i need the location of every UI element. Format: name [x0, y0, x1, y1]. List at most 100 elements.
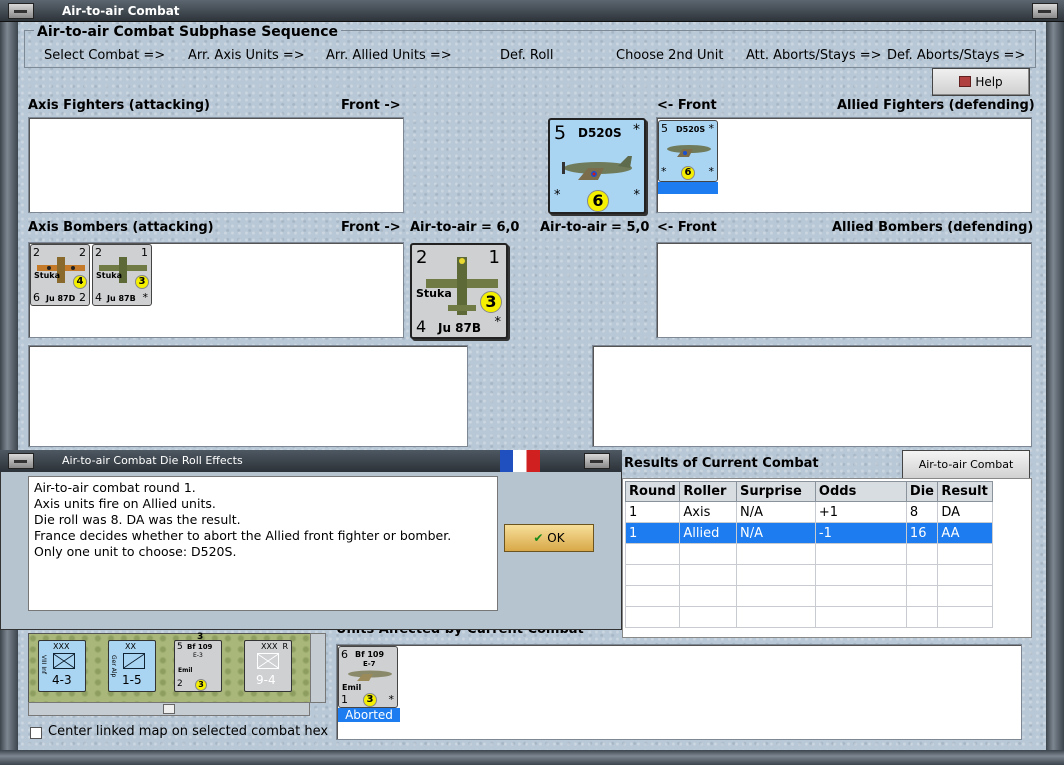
cell-surprise: N/A — [736, 501, 816, 523]
ju87d-counter[interactable]: 2 2 Stuka 4 6 Ju 87D 2 — [30, 244, 90, 306]
ok-button[interactable]: ✔ OK — [504, 524, 594, 552]
air-to-air-chart-button[interactable]: Air-to-air Combat Chart — [902, 450, 1030, 499]
table-row[interactable]: 1 Allied N/A -1 16 AA — [624, 522, 993, 544]
stuka-range: 3 — [480, 291, 502, 313]
results-table: Round Roller Surprise Odds Die Result 1 … — [624, 481, 993, 628]
ju87b-small-star: * — [142, 291, 149, 304]
ju87d-bottom-left: 6 — [33, 291, 40, 304]
ju87b-small-bottom-left: 4 — [95, 291, 102, 304]
map-bf109-range: 3 — [195, 679, 207, 691]
step-att-aborts: Att. Aborts/Stays => — [746, 48, 882, 63]
map-bf109-name: Bf 109 — [187, 643, 213, 651]
col-round[interactable]: Round — [624, 481, 681, 502]
d520s-star-right: * — [633, 188, 641, 203]
axis-fighters-panel[interactable] — [28, 117, 404, 213]
cell-die: 8 — [905, 501, 939, 523]
d520s-attack: 5 — [554, 122, 567, 144]
infantry-symbol-icon — [257, 653, 279, 669]
d520s-small-name: D520S — [676, 125, 706, 134]
step-arr-allied: Arr. Allied Units => — [326, 48, 452, 63]
map-vertical-scrollbar[interactable] — [310, 633, 326, 703]
minimize-button[interactable] — [8, 3, 34, 19]
step-select-combat: Select Combat => — [44, 48, 166, 63]
d520s-small-attack: 5 — [661, 122, 668, 135]
map-counter-xxx-size: XXX — [261, 642, 278, 651]
ju87b-small-counter[interactable]: 2 1 Stuka 3 4 Ju 87B * — [92, 244, 152, 306]
ju87b-small-label: Stuka — [96, 271, 122, 280]
step-arr-axis: Arr. Axis Units => — [188, 48, 305, 63]
results-table-container: Round Roller Surprise Odds Die Result 1 … — [622, 478, 1032, 638]
col-roller[interactable]: Roller — [679, 481, 738, 502]
stuka-label: Stuka — [416, 287, 452, 300]
map-counter-alp-value: 1-5 — [122, 673, 142, 687]
map-counter-bf109[interactable]: 5 Bf 109 E-3 Emil 2 3 — [174, 640, 222, 692]
stuka-bottom-left: 4 — [416, 317, 427, 336]
allied-fighters-front-label: <- Front — [657, 98, 717, 113]
bf109-name: Bf 109 — [355, 650, 385, 659]
map-counter-alp-size: XX — [125, 642, 136, 651]
map-counter-alp[interactable]: XX Ger Alp 1-5 — [108, 640, 156, 692]
allied-bombers-front-label: <- Front — [657, 220, 717, 235]
table-row[interactable]: 1 Axis N/A +1 8 DA — [624, 501, 993, 523]
d520s-allied-counter[interactable]: 5 D520S * * 6 * — [658, 120, 718, 182]
infantry-symbol-icon — [53, 653, 75, 669]
bf109-bottom-left: 1 — [341, 693, 348, 706]
axis-a2a-value: Air-to-air = 6,0 — [410, 220, 520, 235]
cell-surprise: N/A — [736, 522, 816, 544]
table-row-empty — [624, 585, 993, 607]
allied-bombers-panel[interactable] — [656, 242, 1032, 338]
d520s-small-star-left: * — [661, 165, 667, 178]
map-scroll-thumb[interactable] — [163, 704, 175, 714]
map-horizontal-scrollbar[interactable] — [28, 702, 310, 716]
ju87b-small-range: 3 — [135, 275, 149, 289]
map-counter-inf[interactable]: XXX VIII Inf 4-3 — [38, 640, 86, 692]
allied-a2a-value: Air-to-air = 5,0 — [540, 220, 650, 235]
affected-units-panel[interactable] — [336, 644, 1022, 740]
map-bf109-label: Emil — [178, 667, 193, 674]
center-map-checkbox[interactable] — [30, 727, 42, 739]
ju87d-range: 4 — [73, 275, 87, 289]
checkmark-icon: ✔ — [533, 531, 544, 545]
map-counter-xxx-value: 9-4 — [256, 673, 276, 687]
d520s-small-range: 6 — [681, 166, 695, 180]
table-row-empty — [624, 606, 993, 628]
axis-info-panel — [28, 345, 468, 447]
cell-result: AA — [937, 522, 993, 544]
help-label: Help — [975, 75, 1003, 89]
stuka-front-counter[interactable]: 2 1 Stuka 3 4 Ju 87B * — [410, 243, 508, 339]
d520s-plane-icon — [562, 156, 632, 180]
help-button[interactable]: Help — [932, 68, 1030, 96]
step-def-aborts: Def. Aborts/Stays => — [887, 48, 1026, 63]
col-result[interactable]: Result — [937, 481, 993, 502]
bf109-status: Aborted — [338, 708, 400, 722]
map-counter-inf-size: XXX — [53, 642, 70, 651]
map-counter-xxx[interactable]: XXX R 9-4 — [244, 640, 292, 692]
d520s-range: 6 — [587, 190, 609, 212]
map-hint: 3 — [197, 632, 204, 642]
col-odds[interactable]: Odds — [814, 481, 907, 502]
bf109-aborted-counter[interactable]: 6 Bf 109 E-7 Emil 1 3 * — [338, 646, 398, 708]
dialog-minimize-button[interactable] — [8, 453, 34, 469]
close-button[interactable] — [1032, 3, 1058, 19]
stuka-name: Ju 87B — [438, 321, 482, 335]
bf109-top-left: 6 — [341, 648, 348, 661]
col-surprise[interactable]: Surprise — [736, 481, 816, 502]
ok-label: OK — [547, 531, 565, 545]
d520s-front-counter[interactable]: 5 D520S * * * 6 — [548, 118, 646, 214]
table-row-empty — [624, 564, 993, 586]
map-bf109-top-left: 5 — [177, 642, 183, 652]
ju87b-small-name: Ju 87B — [107, 294, 136, 303]
center-map-label: Center linked map on selected combat hex — [48, 724, 329, 739]
map-counter-xxx-corner: R — [282, 642, 288, 651]
cell-round: 1 — [624, 522, 681, 544]
dialog-message: Air-to-air combat round 1. Axis units fi… — [28, 476, 498, 611]
step-choose-2nd: Choose 2nd Unit — [616, 48, 724, 63]
window-titlebar[interactable]: Air-to-air Combat — [0, 0, 1064, 22]
col-die[interactable]: Die — [905, 481, 939, 502]
dialog-close-button[interactable] — [584, 453, 610, 469]
bf109-plane-icon — [348, 670, 392, 681]
book-icon — [959, 76, 972, 87]
axis-bombers-front-label: Front -> — [341, 220, 401, 235]
axis-bombers-label: Axis Bombers (attacking) — [28, 220, 214, 235]
cell-odds: +1 — [814, 501, 907, 523]
